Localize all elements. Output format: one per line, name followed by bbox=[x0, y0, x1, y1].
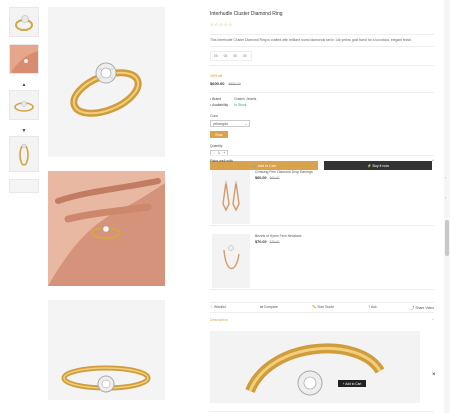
thumbnail-ring-side[interactable] bbox=[9, 136, 39, 172]
current-price: $600.00 bbox=[210, 81, 225, 86]
thumbnail-down-arrow-icon[interactable]: ▼ bbox=[9, 127, 39, 135]
pair-section-title: Pairs well with bbox=[210, 159, 233, 163]
buy-now-label: Buy it now bbox=[372, 163, 390, 168]
price-row: $600.00 $650.00 bbox=[210, 81, 434, 86]
meta-key-availability: Availability bbox=[212, 102, 229, 107]
chevron-right-icon[interactable]: › bbox=[445, 195, 446, 200]
option-select[interactable]: yellowgold ⌄ bbox=[210, 120, 250, 127]
product-title: Interhudle Cluster Diamond Ring bbox=[210, 11, 283, 17]
thumbnail-ring-front[interactable] bbox=[9, 90, 39, 120]
countdown-timer: 00 00 00 00 bbox=[210, 51, 252, 61]
product-actions: ♡ Wishlist ⇄ Compare 📏 Size Guide ? Ask … bbox=[210, 302, 434, 313]
old-price: $650.00 bbox=[228, 82, 241, 86]
meta-row-availability: • Availability In Stock bbox=[210, 103, 434, 109]
quantity-label: Quantity bbox=[210, 144, 223, 148]
wishlist-link[interactable]: ♡ Wishlist bbox=[210, 305, 226, 310]
sticky-add-to-cart-button[interactable]: + Add to Cart bbox=[338, 380, 366, 387]
thumbnail-more[interactable] bbox=[9, 179, 39, 193]
thumbnail-ring-top[interactable] bbox=[9, 7, 39, 37]
wishlist-label: Wishlist bbox=[213, 305, 226, 309]
size-guide-label: Size Guide bbox=[317, 305, 334, 309]
countdown-days: 00 bbox=[214, 54, 218, 58]
countdown-minutes: 00 bbox=[233, 54, 238, 58]
option-label: Color bbox=[210, 114, 219, 118]
close-icon[interactable]: × bbox=[432, 372, 436, 378]
product-page: ▲ ▼ Interhudle Cluster Diamond Ring ☆☆☆☆… bbox=[0, 0, 450, 413]
countdown-hours: 00 bbox=[223, 54, 228, 58]
thumbnail-strip: ▲ ▼ bbox=[9, 7, 39, 200]
description-tab-label: Description bbox=[210, 318, 228, 322]
product-description: This Interhudle Cluster Diamond Ring is … bbox=[210, 34, 434, 47]
thumbnail-up-arrow-icon[interactable]: ▲ bbox=[9, 81, 39, 89]
pair-item-old-price: $65.00 bbox=[269, 176, 280, 180]
add-to-cart-label: Add to Cart bbox=[257, 163, 276, 168]
chevron-right-icon[interactable]: › bbox=[445, 175, 446, 180]
compare-label: Compare bbox=[263, 305, 278, 309]
pair-item-current-price: $60.00 bbox=[255, 176, 267, 180]
compare-link[interactable]: ⇄ Compare bbox=[260, 305, 278, 310]
size-guide-link[interactable]: 📏 Size Guide bbox=[312, 305, 334, 310]
option-selected: yellowgold bbox=[213, 121, 228, 126]
pair-item[interactable]: Bezels of Hymn Fern Necklace $70.00 $75.0… bbox=[210, 232, 434, 290]
pair-item-price: $70.00 $75.00 bbox=[255, 240, 279, 244]
product-info: Interhudle Cluster Diamond Ring ☆☆☆☆☆ Th… bbox=[210, 7, 434, 170]
pair-item-old-price: $75.00 bbox=[269, 240, 280, 244]
thumbnail-hand[interactable] bbox=[9, 44, 39, 74]
ask-link[interactable]: ? Ask bbox=[368, 305, 376, 310]
divider bbox=[210, 65, 434, 66]
share-label: Share Video bbox=[415, 306, 434, 310]
pair-item-price: $60.00 $65.00 bbox=[255, 176, 279, 180]
pair-item-image[interactable] bbox=[212, 170, 250, 224]
gallery-image-ring-front[interactable] bbox=[48, 300, 165, 400]
option-button[interactable]: Rose bbox=[210, 131, 228, 138]
pair-section-header[interactable]: Pairs well with ^ bbox=[210, 155, 434, 163]
divider bbox=[210, 411, 434, 412]
offer-badge: 10% off bbox=[210, 74, 223, 78]
description-image bbox=[210, 331, 420, 403]
product-gallery bbox=[48, 7, 165, 413]
meta-value-availability: In Stock bbox=[234, 102, 247, 107]
description-tab[interactable]: Description ^ bbox=[210, 316, 434, 324]
countdown-seconds: 00 bbox=[243, 54, 247, 58]
pair-item-current-price: $70.00 bbox=[255, 240, 267, 244]
product-meta: • Brand Golden Jewels • Availability In St… bbox=[210, 92, 434, 108]
rating-stars[interactable]: ☆☆☆☆☆ bbox=[210, 22, 434, 28]
meta-value-brand[interactable]: Golden Jewels bbox=[234, 97, 256, 101]
chevron-down-icon: ⌄ bbox=[244, 121, 247, 126]
scrollbar-thumb[interactable] bbox=[445, 220, 449, 256]
share-link[interactable]: ⤴ Share Video bbox=[411, 305, 434, 310]
gallery-image-hand[interactable] bbox=[48, 171, 165, 286]
scrollbar-track[interactable] bbox=[444, 0, 450, 413]
pair-item-name[interactable]: Bezels of Hymn Fern Necklace bbox=[255, 234, 302, 238]
pair-item[interactable]: Crossing Fern Diamond Drop Earrings $60.… bbox=[210, 168, 434, 226]
ask-label: Ask bbox=[371, 305, 377, 309]
chevron-up-icon[interactable]: ^ bbox=[432, 318, 434, 322]
pair-item-name[interactable]: Crossing Fern Diamond Drop Earrings bbox=[255, 170, 313, 174]
pair-item-image[interactable] bbox=[212, 234, 250, 288]
gallery-image-ring-top[interactable] bbox=[48, 7, 165, 157]
chevron-up-icon[interactable]: ^ bbox=[432, 159, 434, 163]
